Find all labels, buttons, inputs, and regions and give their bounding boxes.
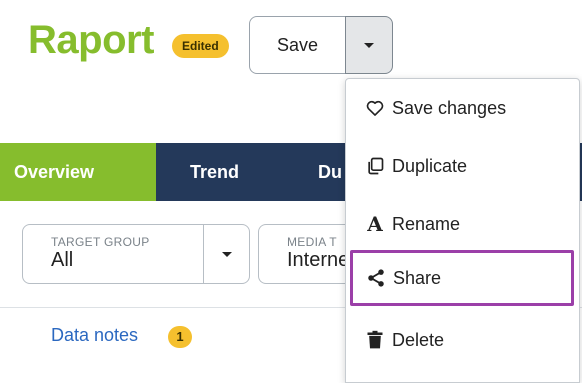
target-group-dropdown-toggle[interactable] — [203, 225, 251, 283]
menu-item-share[interactable]: Share — [350, 250, 574, 306]
target-group-label: TARGET GROUP — [51, 235, 150, 249]
target-group-value: All — [51, 249, 74, 271]
menu-item-label: Save changes — [392, 97, 507, 118]
menu-item-save-changes[interactable]: Save changes — [346, 79, 579, 137]
duplicate-icon — [364, 155, 386, 177]
trash-icon — [364, 329, 386, 351]
share-icon — [365, 267, 387, 289]
data-notes-count-badge: 1 — [168, 326, 192, 348]
menu-item-duplicate[interactable]: Duplicate — [346, 137, 579, 195]
media-type-label: MEDIA T — [287, 235, 337, 249]
data-notes-link[interactable]: Data notes — [51, 325, 138, 346]
save-options-dropdown-toggle[interactable] — [345, 16, 393, 74]
menu-item-label: Share — [393, 267, 442, 288]
menu-item-label: Delete — [392, 329, 445, 350]
page-title: Raport — [28, 18, 154, 62]
heart-icon — [364, 97, 386, 119]
edited-status-badge: Edited — [172, 34, 229, 58]
tab-trend[interactable]: Trend — [190, 143, 239, 201]
menu-item-label: Duplicate — [392, 155, 468, 176]
menu-item-delete[interactable]: Delete — [346, 311, 579, 369]
chevron-down-icon — [222, 251, 232, 257]
save-options-menu: Save changes Duplicate A Rename Share De… — [345, 78, 580, 383]
target-group-select[interactable]: TARGET GROUP All — [22, 224, 250, 284]
save-button[interactable]: Save — [249, 16, 346, 74]
media-type-select[interactable]: MEDIA T Interne — [258, 224, 358, 284]
rename-icon: A — [367, 212, 383, 236]
chevron-down-icon — [364, 42, 374, 48]
menu-item-label: Rename — [392, 213, 461, 234]
menu-item-rename[interactable]: A Rename — [346, 195, 579, 253]
tab-overview[interactable]: Overview — [0, 143, 156, 201]
tab-du[interactable]: Du — [318, 143, 342, 201]
media-type-value: Interne — [287, 249, 350, 271]
